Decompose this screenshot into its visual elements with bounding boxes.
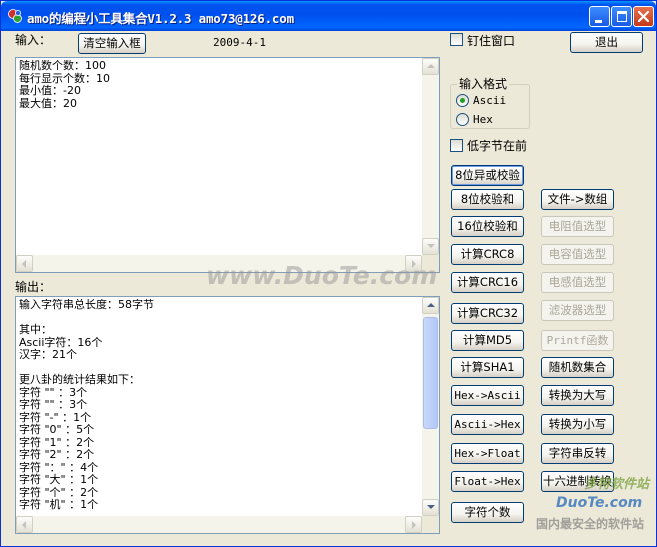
window-title: amo的编程小工具集合V1.2.3 amo73@126.com — [27, 11, 294, 26]
chevron-up-icon — [427, 303, 435, 307]
watermark-corner-bottom: 国内最安全的软件站 — [536, 517, 645, 531]
util-button-8[interactable]: 转换为大写 — [541, 385, 614, 406]
tool-button-8[interactable]: 计算SHA1 — [451, 357, 524, 378]
tool-button-6[interactable]: 计算CRC32 — [451, 303, 524, 324]
chevron-right-icon — [412, 521, 416, 529]
util-button-1[interactable]: 文件->数组 — [541, 189, 614, 210]
ascii-radio[interactable] — [456, 94, 469, 107]
ascii-radio-label: Ascii — [473, 94, 507, 107]
tool-button-4[interactable]: 计算CRC8 — [451, 244, 524, 265]
pin-window-label: 钉住窗口 — [467, 34, 516, 48]
output-line: 其中： — [19, 323, 52, 336]
output-line: 汉字：21个 — [19, 348, 77, 361]
tool-button-5[interactable]: 计算CRC16 — [451, 272, 524, 293]
scroll-up-button[interactable] — [422, 297, 439, 314]
util-button-10[interactable]: 字符串反转 — [541, 443, 614, 464]
output-label: 输出： — [15, 280, 52, 294]
chevron-down-icon — [427, 505, 435, 509]
scrollbar-corner — [422, 516, 439, 533]
chevron-up-icon — [427, 64, 435, 68]
input-line: 最小值：-20 — [19, 84, 81, 97]
input-format-title: 输入格式 — [457, 75, 510, 92]
output-line: 字符 "机" ：1个 — [19, 498, 99, 511]
util-button-3: 电容值选型 — [541, 244, 614, 265]
close-button[interactable] — [633, 6, 654, 27]
chevron-down-icon — [427, 244, 435, 248]
watermark-corner-mid: DuoTe.com — [556, 495, 643, 511]
tool-button-13[interactable]: 字符个数 — [451, 502, 524, 523]
watermark-center: www.DuoTe.com — [206, 261, 438, 290]
minimize-icon — [595, 20, 602, 23]
close-icon — [637, 10, 650, 23]
hex-radio-label: Hex — [473, 113, 493, 126]
maximize-button[interactable] — [611, 6, 632, 27]
watermark-corner-top: 多特软件站 — [584, 477, 650, 492]
hex-radio[interactable] — [456, 113, 469, 126]
util-button-6: Printf函数 — [541, 330, 614, 351]
input-line: 随机数个数：100 — [19, 60, 106, 72]
minimize-button[interactable] — [589, 6, 610, 27]
scroll-left-button[interactable] — [16, 255, 33, 272]
output-line: 字符 "0" ：5个 — [19, 423, 95, 436]
app-window: amo的编程小工具集合V1.2.3 amo73@126.com 输入： 清空输入… — [0, 0, 657, 547]
output-vertical-scrollbar[interactable] — [422, 297, 439, 516]
tool-button-9[interactable]: Hex->Ascii — [451, 385, 524, 406]
scroll-thumb[interactable] — [423, 317, 438, 429]
low-byte-first-label: 低字节在前 — [467, 139, 528, 153]
output-text-content[interactable]: 输入字符串总长度：58字节 其中： Ascii字符：16个 汉字：21个 更八卦的统… — [19, 299, 421, 515]
low-byte-first-checkbox[interactable] — [450, 139, 463, 152]
tool-button-1[interactable]: 8位异或校验 — [451, 165, 524, 186]
tool-button-3[interactable]: 16位校验和 — [451, 216, 524, 237]
title-bar[interactable]: amo的编程小工具集合V1.2.3 amo73@126.com — [1, 1, 656, 31]
output-textbox[interactable]: 输入字符串总长度：58字节 其中： Ascii字符：16个 汉字：21个 更八卦的统… — [15, 296, 440, 534]
input-label: 输入： — [15, 33, 52, 47]
clear-input-button[interactable]: 清空输入框 — [78, 33, 146, 54]
tool-button-11[interactable]: Hex->Float — [451, 443, 524, 464]
input-vertical-scrollbar[interactable] — [422, 58, 439, 255]
util-button-7[interactable]: 随机数集合 — [541, 357, 614, 378]
tool-button-10[interactable]: Ascii->Hex — [451, 414, 524, 435]
util-button-9[interactable]: 转换为小写 — [541, 414, 614, 435]
output-line: 字符 "2" ：2个 — [19, 448, 95, 461]
tool-button-12[interactable]: Float->Hex — [451, 471, 524, 492]
scroll-down-button[interactable] — [422, 238, 439, 255]
util-button-2: 电阻值选型 — [541, 216, 614, 237]
tool-button-2[interactable]: 8位校验和 — [451, 189, 524, 210]
scroll-left-button[interactable] — [16, 516, 33, 533]
input-line: 最大值：20 — [19, 96, 77, 110]
util-button-4: 电感值选型 — [541, 272, 614, 293]
input-textbox[interactable]: 随机数个数：100 每行显示个数：10 最小值：-20 最大值：20 — [15, 57, 440, 273]
output-line: 字符 "大" ：1个 — [19, 473, 99, 486]
chevron-left-icon — [22, 521, 26, 529]
output-line: 字符 "" ：3个 — [19, 398, 88, 411]
output-line: 更八卦的统计结果如下： — [19, 373, 140, 386]
pin-window-checkbox[interactable] — [450, 33, 463, 46]
scroll-down-button[interactable] — [422, 499, 439, 516]
output-horizontal-scrollbar[interactable] — [16, 516, 422, 533]
chevron-left-icon — [22, 260, 26, 268]
scroll-up-button[interactable] — [422, 58, 439, 75]
scroll-right-button[interactable] — [405, 516, 422, 533]
util-button-5: 滤波器选型 — [541, 300, 614, 321]
tool-button-7[interactable]: 计算MD5 — [451, 330, 524, 351]
date-label: 2009-4-1 — [213, 36, 266, 49]
input-text-content[interactable]: 随机数个数：100 每行显示个数：10 最小值：-20 最大值：20 — [19, 60, 421, 254]
exit-button[interactable]: 退出 — [570, 32, 643, 53]
output-line: Ascii字符：16个 — [19, 335, 103, 349]
output-line: 输入字符串总长度：58字节 — [19, 299, 154, 311]
app-icon — [8, 9, 22, 23]
